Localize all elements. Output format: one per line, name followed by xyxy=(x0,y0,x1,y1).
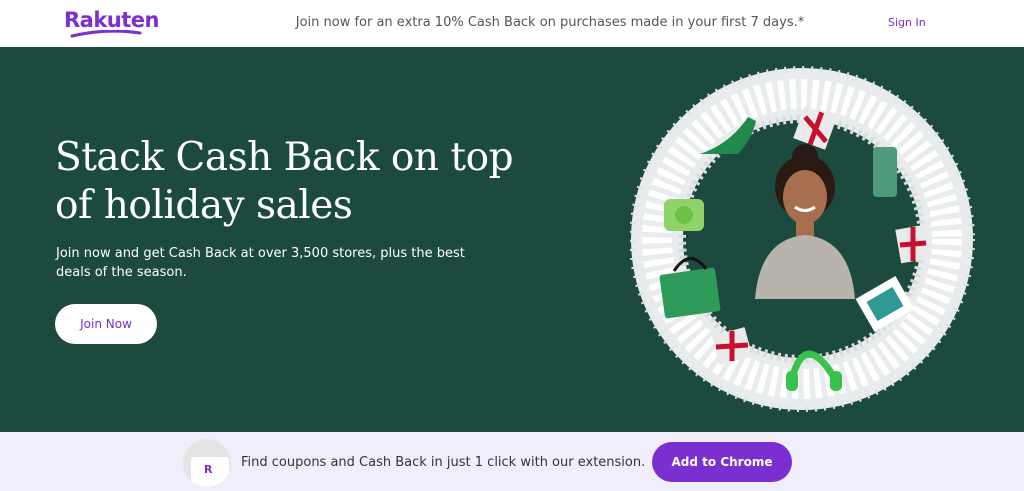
extension-message: Find coupons and Cash Back in just 1 cli… xyxy=(241,455,646,470)
top-navigation-bar: Rakuten Join now for an extra 10% Cash B… xyxy=(0,0,1024,48)
rakuten-r-icon: R xyxy=(204,463,213,476)
hero-title: Stack Cash Back on top of holiday sales xyxy=(55,135,514,228)
logo-swoosh-icon xyxy=(70,30,142,38)
sign-in-link[interactable]: Sign In xyxy=(888,16,926,29)
extension-icon: R xyxy=(183,439,231,487)
holiday-wreath-image xyxy=(630,66,975,412)
add-to-chrome-button[interactable]: Add to Chrome xyxy=(652,442,792,482)
extension-card-graphic: R xyxy=(191,457,229,487)
promo-banner-text: Join now for an extra 10% Cash Back on p… xyxy=(295,15,805,30)
hero-subtitle: Join now and get Cash Back at over 3,500… xyxy=(56,246,465,280)
hero-banner: Stack Cash Back on top of holiday sales … xyxy=(0,47,1024,432)
rakuten-logo[interactable]: Rakuten xyxy=(64,8,160,32)
extension-promo-bar: R Find coupons and Cash Back in just 1 c… xyxy=(0,432,1024,491)
join-now-button[interactable]: Join Now xyxy=(55,304,157,344)
